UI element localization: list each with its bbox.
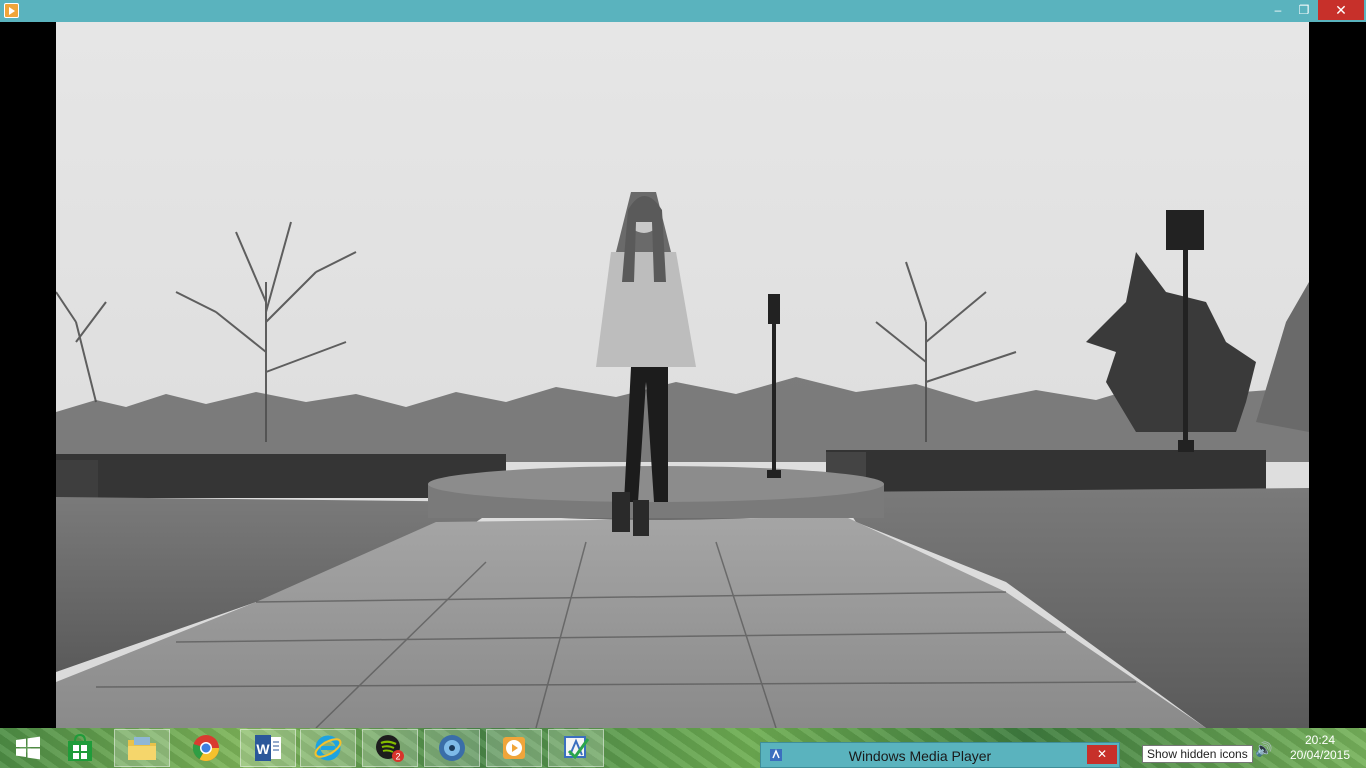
close-button[interactable]: ✕ [1318,0,1364,20]
thumbnail-title: Windows Media Player [848,748,992,764]
spotify-taskbar-button[interactable]: 2 [362,729,418,767]
paint-taskbar-button[interactable] [548,729,604,767]
video-frame-scene [56,22,1309,728]
store-taskbar-button[interactable] [52,729,108,767]
media-player-thumbnail[interactable]: Windows Media Player ✕ [760,742,1120,768]
media-player-icon [503,737,525,759]
paint-icon [564,736,590,760]
internet-explorer-taskbar-button[interactable] [300,729,356,767]
ie-icon [314,735,342,761]
clock-time: 20:24 [1304,733,1336,747]
start-button[interactable] [0,729,56,767]
hidden-icons-tooltip: Show hidden icons [1142,745,1253,763]
folder-icon [128,737,156,760]
word-taskbar-button[interactable]: W [240,729,296,767]
volume-icon[interactable]: 🔊 [1255,741,1272,758]
title-bar: – ❐ ✕ [0,0,1366,22]
system-clock[interactable]: 20:24 20/04/2015 [1280,733,1360,763]
media-player-taskbar-button[interactable] [486,729,542,767]
spotify-badge: 2 [395,752,400,762]
chrome-icon [192,735,219,761]
chrome-taskbar-button[interactable] [178,729,234,767]
media-player-icon[interactable] [4,3,19,18]
store-icon [68,733,92,761]
disc-app-taskbar-button[interactable] [424,729,480,767]
maximize-button[interactable]: ❐ [1290,0,1318,20]
disc-icon [439,735,465,761]
clock-date: 20/04/2015 [1289,748,1351,762]
windows-logo-icon [16,736,40,760]
word-icon: W [255,735,281,761]
thumbnail-close-button[interactable]: ✕ [1087,745,1117,764]
minimize-button[interactable]: – [1264,0,1292,20]
svg-text:W: W [256,741,270,757]
video-display[interactable] [56,22,1309,728]
file-explorer-taskbar-button[interactable] [114,729,170,767]
spotify-icon: 2 [376,735,404,762]
